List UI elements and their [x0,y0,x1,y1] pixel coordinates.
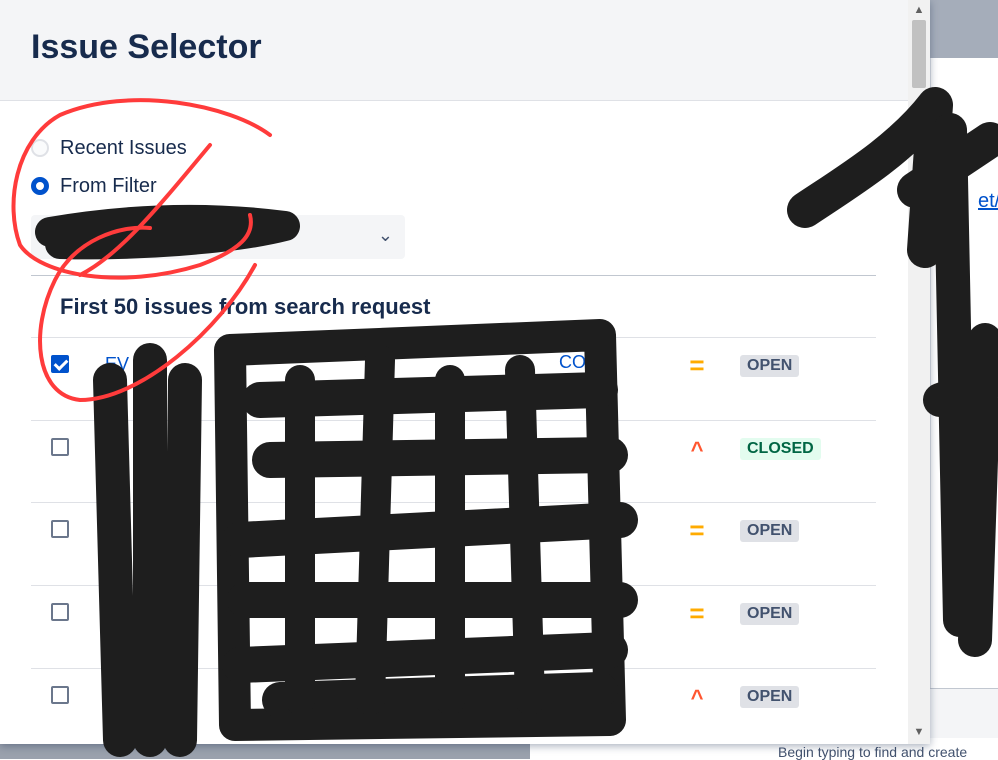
row-checkbox[interactable] [51,438,69,456]
dialog-header: Issue Selector [0,0,908,101]
dialog-title: Issue Selector [31,28,262,66]
table-row[interactable]: = OPEN [31,502,876,585]
filter-select-value: F [39,226,50,246]
scroll-down-arrow-icon[interactable]: ▼ [908,722,930,742]
radio-label: From Filter [60,174,157,197]
status-badge: OPEN [740,520,800,542]
background-link[interactable]: et/ [978,190,998,213]
scroll-up-arrow-icon[interactable]: ▲ [908,0,930,20]
status-badge: CLOSED [740,438,821,460]
status-badge: OPEN [740,355,800,377]
radio-selected-icon[interactable] [31,177,49,195]
table-row[interactable]: C r = OPEN [31,585,876,668]
issue-summary-link[interactable]: COM [559,344,679,380]
background-bottom-strip [930,688,998,738]
table-divider [31,275,876,276]
scroll-thumb[interactable] [912,20,926,88]
radio-recent-issues[interactable]: Recent Issues [31,136,187,160]
issue-summary-link-line2[interactable]: h [223,709,643,744]
filter-select[interactable]: F ⌄ [31,215,405,259]
dialog-scrollbar[interactable]: ▲ ▼ [908,0,930,744]
priority-high-icon: ^ [690,685,704,710]
table-row[interactable]: EV COM = OPEN [31,337,876,420]
radio-from-filter[interactable]: From Filter [31,174,157,198]
priority-medium-icon: = [689,350,705,380]
table-row[interactable]: ^ CLOSED [31,420,876,503]
priority-high-icon: ^ [690,437,704,462]
issue-key-link[interactable]: EV [105,354,129,375]
table-row[interactable]: en h ^ OPEN [31,668,876,744]
priority-medium-icon: = [689,598,705,628]
radio-label: Recent Issues [60,136,187,159]
row-checkbox[interactable] [51,686,69,704]
issue-selector-dialog: Issue Selector ▲ ▼ Recent Issues From Fi… [0,0,930,744]
chevron-down-icon[interactable]: ⌄ [378,225,393,246]
status-badge: OPEN [740,686,800,708]
background-panel [930,58,998,688]
background-divider [930,688,998,689]
background-footer-hint: Begin typing to find and create [778,744,968,760]
row-checkbox[interactable] [51,355,69,373]
issue-summary-link[interactable]: en [591,677,651,713]
status-badge: OPEN [740,603,800,625]
priority-medium-icon: = [689,515,705,545]
issue-summary-link-line2[interactable]: r [223,626,643,662]
row-checkbox[interactable] [51,603,69,621]
row-checkbox[interactable] [51,520,69,538]
table-caption: First 50 issues from search request [60,294,431,319]
issue-summary-link[interactable]: C [223,592,643,628]
radio-unselected-icon[interactable] [31,139,49,157]
background-topbar [930,0,998,58]
